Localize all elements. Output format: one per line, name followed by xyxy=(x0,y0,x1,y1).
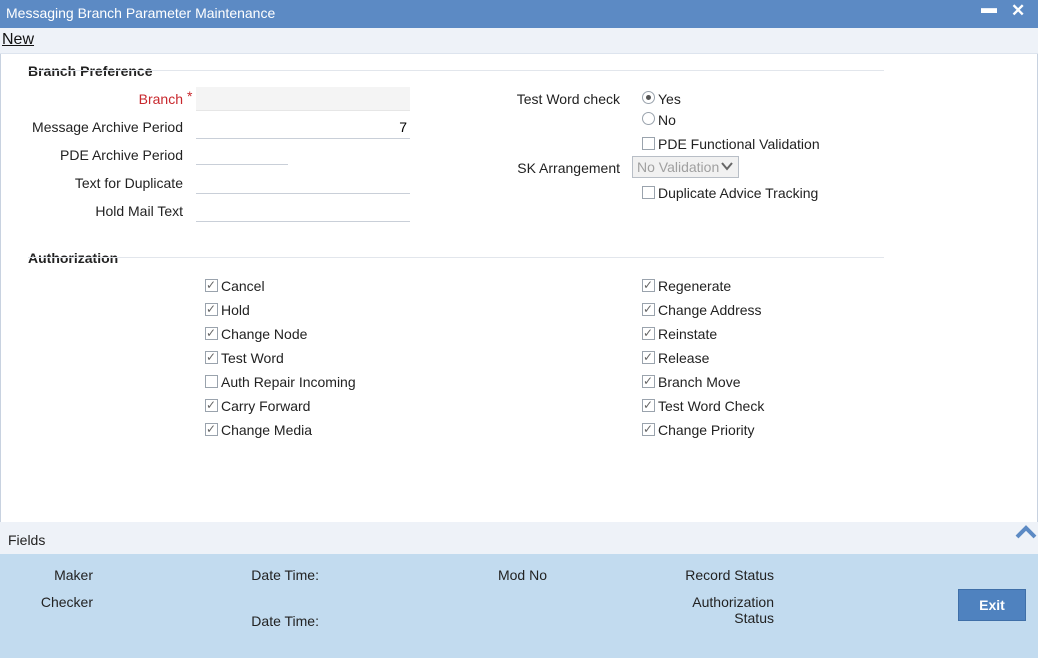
auth-checkbox-label: Reinstate xyxy=(658,326,718,342)
auth-checkbox[interactable]: ✓ xyxy=(642,326,655,340)
title-bar: Messaging Branch Parameter Maintenance ▬… xyxy=(0,0,1038,28)
auth-checkbox[interactable]: ✓ xyxy=(642,278,655,292)
window-title: Messaging Branch Parameter Maintenance xyxy=(6,5,276,21)
close-icon[interactable]: ✕ xyxy=(1011,1,1025,21)
check-icon: ✓ xyxy=(206,278,217,292)
check-icon: ✓ xyxy=(206,302,217,316)
authorization-status-label-line2: Status xyxy=(734,610,774,626)
check-icon: ✓ xyxy=(643,422,654,436)
authorization-title: Authorization xyxy=(28,250,119,266)
sk-arrangement-label: SK Arrangement xyxy=(517,160,620,176)
branch-preference-title: Branch Preference xyxy=(28,63,153,79)
auth-checkbox-label: Auth Repair Incoming xyxy=(221,374,356,390)
auth-checkbox-label: Change Address xyxy=(658,302,762,318)
check-icon: ✓ xyxy=(206,398,217,412)
auth-checkbox-label: Release xyxy=(658,350,710,366)
auth-checkbox-label: Test Word xyxy=(221,350,284,366)
fields-label: Fields xyxy=(8,532,46,548)
auth-checkbox[interactable]: ✓ xyxy=(642,350,655,364)
auth-checkbox[interactable]: ✓ xyxy=(642,422,655,436)
check-icon: ✓ xyxy=(643,302,654,316)
section-divider xyxy=(28,257,884,258)
mod-no-label: Mod No xyxy=(497,567,547,583)
auth-checkbox[interactable]: ✓ xyxy=(205,398,218,412)
checker-label: Checker xyxy=(40,594,93,610)
required-indicator: * xyxy=(187,88,193,104)
auth-checkbox-label: Hold xyxy=(221,302,250,318)
checker-date-time-label: Date Time: xyxy=(251,613,319,629)
auth-checkbox-label: Branch Move xyxy=(658,374,741,390)
auth-checkbox-label: Regenerate xyxy=(658,278,732,294)
check-icon: ✓ xyxy=(206,422,217,436)
hold-mail-text-label: Hold Mail Text xyxy=(95,203,183,219)
message-archive-period-label: Message Archive Period xyxy=(32,119,183,135)
auth-checkbox-label: Change Media xyxy=(221,422,313,438)
sk-arrangement-select[interactable]: No Validation xyxy=(632,156,739,178)
auth-checkbox-label: Carry Forward xyxy=(221,398,311,414)
auth-checkbox[interactable]: ✓ xyxy=(205,326,218,340)
pde-functional-validation-label: PDE Functional Validation xyxy=(658,136,820,152)
authorization-status-label-line1: Authorization xyxy=(692,594,774,610)
auth-checkbox[interactable]: ✓ xyxy=(205,350,218,364)
sk-arrangement-value: No Validation xyxy=(637,159,720,175)
branch-label: Branch xyxy=(138,91,183,107)
auth-checkbox[interactable]: ✓ xyxy=(205,278,218,292)
maker-date-time-label: Date Time: xyxy=(251,567,319,583)
record-status-label: Record Status xyxy=(685,567,774,583)
check-icon: ✓ xyxy=(206,350,217,364)
text-for-duplicate-field[interactable] xyxy=(196,170,410,194)
hold-mail-text-field[interactable] xyxy=(196,198,410,222)
message-archive-period-field[interactable] xyxy=(196,115,410,139)
auth-checkbox[interactable]: ✓ xyxy=(205,302,218,316)
pde-functional-validation-checkbox[interactable] xyxy=(642,137,655,150)
check-icon: ✓ xyxy=(643,374,654,388)
chevron-up-icon[interactable] xyxy=(1014,522,1038,542)
check-icon: ✓ xyxy=(206,326,217,340)
check-icon: ✓ xyxy=(643,398,654,412)
maker-label: Maker xyxy=(54,567,93,583)
auth-checkbox[interactable]: ✓ xyxy=(642,302,655,316)
fields-bar[interactable]: Fields xyxy=(0,522,1038,554)
new-link[interactable]: New xyxy=(2,31,34,49)
check-icon: ✓ xyxy=(643,350,654,364)
auth-checkbox[interactable]: ✓ xyxy=(205,422,218,436)
auth-checkbox[interactable]: ✓ xyxy=(642,374,655,388)
auth-checkbox[interactable]: ✓ xyxy=(642,398,655,412)
test-word-check-label: Test Word check xyxy=(516,91,620,107)
duplicate-advice-tracking-label: Duplicate Advice Tracking xyxy=(658,185,819,201)
test-word-no-label: No xyxy=(658,112,676,128)
auth-checkbox-label: Test Word Check xyxy=(658,398,765,414)
test-word-yes-radio[interactable] xyxy=(642,91,655,104)
toolbar: New xyxy=(0,28,1038,54)
test-word-yes-label: Yes xyxy=(658,91,681,107)
branch-field[interactable] xyxy=(196,87,410,111)
auth-checkbox[interactable] xyxy=(205,375,218,388)
auth-checkbox-label: Cancel xyxy=(221,278,265,294)
text-for-duplicate-label: Text for Duplicate xyxy=(74,175,183,191)
exit-button[interactable]: Exit xyxy=(958,589,1026,621)
section-divider xyxy=(28,70,884,71)
pde-archive-period-label: PDE Archive Period xyxy=(60,147,183,163)
minimize-icon[interactable]: ▬ xyxy=(981,0,997,18)
test-word-no-radio[interactable] xyxy=(642,112,655,125)
pde-archive-period-field[interactable] xyxy=(196,141,288,165)
auth-checkbox-label: Change Node xyxy=(221,326,308,342)
duplicate-advice-tracking-checkbox[interactable] xyxy=(642,186,655,199)
auth-checkbox-label: Change Priority xyxy=(658,422,755,438)
check-icon: ✓ xyxy=(643,278,654,292)
check-icon: ✓ xyxy=(643,326,654,340)
chevron-down-icon xyxy=(720,158,734,177)
